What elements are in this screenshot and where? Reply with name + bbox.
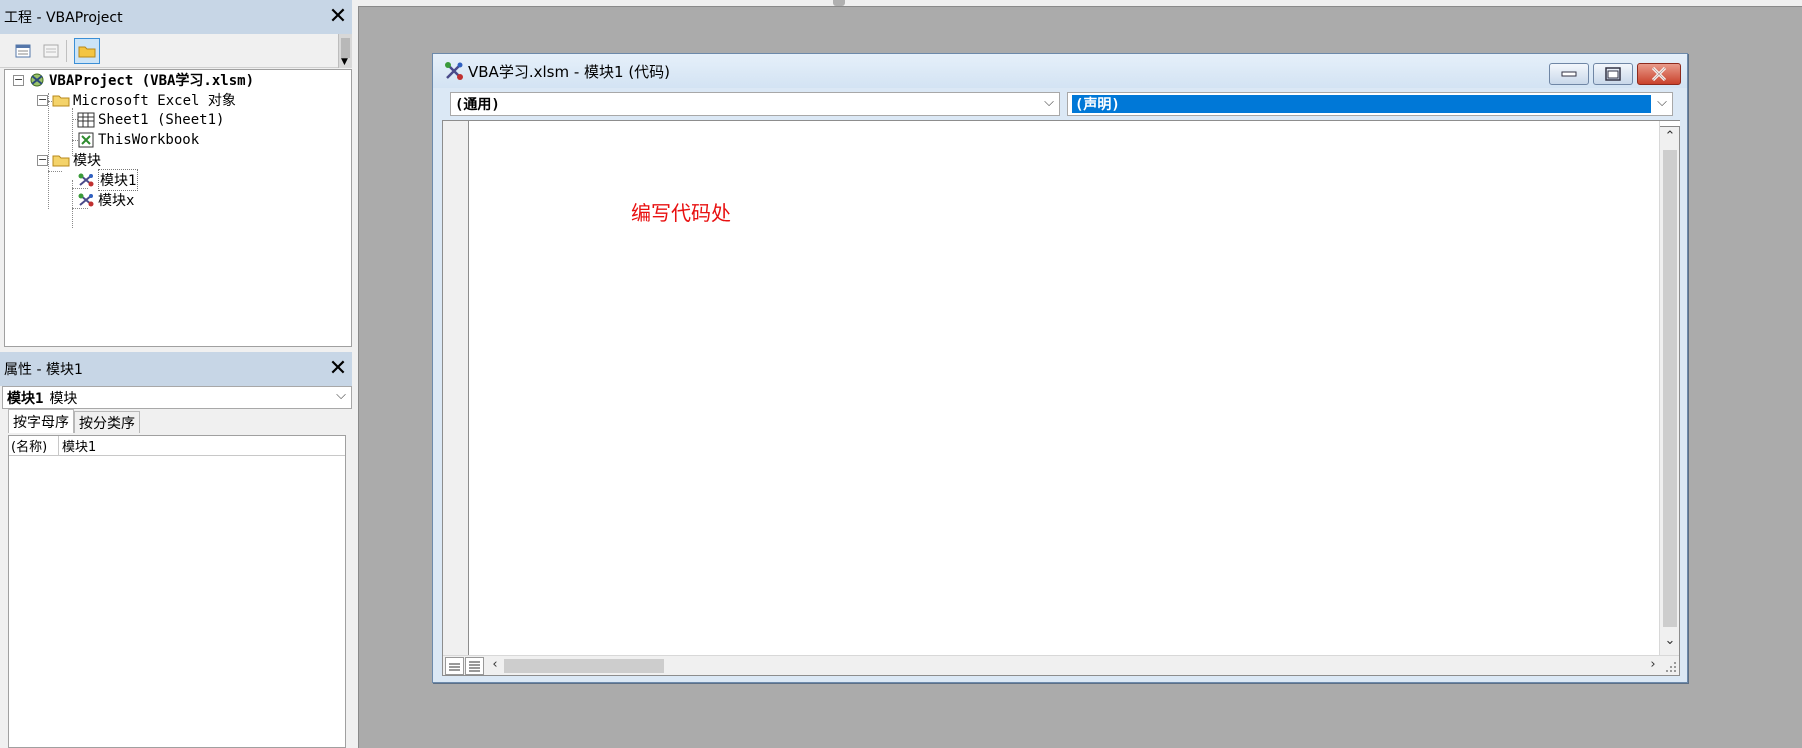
tree-label-excel-objects: Microsoft Excel 对象 (73, 93, 236, 109)
collapse-toggle[interactable]: − (13, 74, 24, 86)
maximize-icon (1605, 67, 1621, 81)
minimize-icon (1561, 71, 1577, 77)
view-code-icon (15, 44, 31, 58)
left-dock: 工程 - VBAProject ✕ ▼ − VBAProject (VBA学习.… (0, 0, 358, 748)
toggle-folders-button[interactable] (74, 38, 100, 64)
top-splitter[interactable] (358, 0, 1802, 7)
project-pane-title: 工程 - VBAProject (4, 10, 123, 26)
tree-item-module1[interactable]: 模块1 (77, 169, 139, 191)
view-object-button[interactable] (38, 38, 64, 64)
minimize-button[interactable] (1549, 63, 1589, 85)
worksheet-icon (77, 111, 95, 129)
collapse-toggle[interactable]: − (37, 154, 48, 166)
chevron-down-icon: ⌵ (1657, 95, 1667, 110)
tree-item-excel-objects[interactable]: − Microsoft Excel 对象 (37, 90, 236, 110)
code-window-title: VBA学习.xlsm - 模块1 (代码) (468, 62, 671, 81)
close-icon[interactable]: ✕ (326, 6, 350, 30)
object-combo[interactable]: (通用) ⌵ (450, 92, 1060, 116)
tab-categorized[interactable]: 按分类序 (74, 411, 140, 433)
close-icon (1651, 67, 1667, 81)
scroll-down-icon[interactable]: ⌄ (1660, 633, 1680, 648)
resize-grip-icon[interactable] (1664, 660, 1678, 674)
tree-label-modulex: 模块x (98, 193, 135, 209)
project-pane-titlebar: 工程 - VBAProject ✕ (0, 0, 352, 34)
tab-alphabetic[interactable]: 按字母序 (8, 409, 74, 433)
property-value[interactable]: 模块1 (59, 436, 96, 455)
tree-item-modulex[interactable]: 模块x (77, 190, 134, 210)
code-editor[interactable]: 编写代码处 ⌃ ⌄ ‹ › (442, 120, 1680, 676)
workbook-icon (77, 131, 95, 149)
property-name: (名称) (9, 436, 59, 455)
tree-item-modules[interactable]: − 模块 (37, 150, 101, 170)
scroll-left-icon[interactable]: ‹ (485, 657, 505, 672)
properties-grid: (名称) 模块1 (8, 435, 346, 748)
procedure-view-icon (449, 663, 460, 670)
code-annotation: 编写代码处 (631, 201, 731, 225)
vertical-scroll-thumb[interactable] (1663, 150, 1677, 627)
toolbar-separator (66, 40, 67, 62)
horizontal-scrollbar[interactable]: ‹ › (443, 655, 1679, 675)
properties-object-name: 模块1 (7, 390, 44, 407)
scroll-up-icon[interactable]: ⌃ (1660, 129, 1680, 144)
procedure-view-button[interactable] (445, 657, 464, 675)
maximize-button[interactable] (1593, 63, 1633, 85)
procedure-combo[interactable]: (声明) ⌵ (1067, 92, 1673, 116)
view-object-icon (43, 44, 59, 58)
full-module-view-button[interactable] (465, 657, 484, 675)
tree-item-sheet1[interactable]: Sheet1 (Sheet1) (77, 110, 224, 130)
folder-icon (52, 151, 70, 169)
tree-item-thisworkbook[interactable]: ThisWorkbook (77, 130, 199, 150)
properties-pane-titlebar: 属性 - 模块1 ✕ (0, 352, 352, 386)
code-window-titlebar[interactable]: VBA学习.xlsm - 模块1 (代码) (433, 54, 1687, 88)
code-margin[interactable] (443, 121, 469, 657)
close-button[interactable] (1637, 63, 1681, 85)
properties-pane-title: 属性 - 模块1 (4, 362, 83, 378)
chevron-down-icon: ⌵ (1044, 95, 1054, 110)
chevron-down-icon: ▼ (341, 57, 348, 67)
properties-tabs: 按字母序 按分类序 (8, 409, 140, 433)
tree-label-module1: 模块1 (98, 169, 139, 191)
folder-icon (52, 91, 70, 109)
module-icon (77, 191, 95, 209)
horizontal-scroll-thumb[interactable] (504, 659, 664, 673)
project-icon (28, 71, 46, 89)
chevron-down-icon: ⌵ (336, 388, 346, 403)
toolbar-overflow[interactable]: ▼ (338, 34, 352, 68)
close-icon[interactable]: ✕ (326, 358, 350, 382)
module-icon (77, 171, 95, 189)
properties-object-select[interactable]: 模块1 模块 ⌵ (2, 386, 352, 409)
object-combo-value: (通用) (455, 97, 500, 113)
tree-label-thisworkbook: ThisWorkbook (98, 132, 200, 148)
tree-label-vbaproject: VBAProject (VBA学习.xlsm) (49, 73, 255, 89)
project-toolbar: ▼ (0, 34, 352, 68)
toggle-folders-icon (78, 46, 96, 58)
property-row[interactable]: (名称) 模块1 (9, 436, 345, 456)
tree-label-sheet1: Sheet1 (Sheet1) (98, 112, 225, 128)
properties-object-type: 模块 (49, 390, 78, 407)
vertical-scrollbar[interactable]: ⌃ ⌄ (1659, 121, 1680, 657)
tree-item-vbaproject[interactable]: − VBAProject (VBA学习.xlsm) (13, 70, 254, 90)
view-code-button[interactable] (10, 38, 36, 64)
full-module-view-icon (469, 661, 480, 671)
procedure-combo-value: (声明) (1072, 95, 1651, 113)
collapse-toggle[interactable]: − (37, 94, 48, 106)
split-bar[interactable] (1660, 121, 1680, 127)
project-tree: − VBAProject (VBA学习.xlsm) − Microsoft Ex… (4, 69, 352, 347)
tree-label-modules: 模块 (73, 153, 101, 169)
code-window: VBA学习.xlsm - 模块1 (代码) (通用) ⌵ (声明) ⌵ 编写代码… (432, 53, 1688, 683)
module-icon (445, 62, 463, 80)
scroll-right-icon[interactable]: › (1643, 657, 1663, 672)
